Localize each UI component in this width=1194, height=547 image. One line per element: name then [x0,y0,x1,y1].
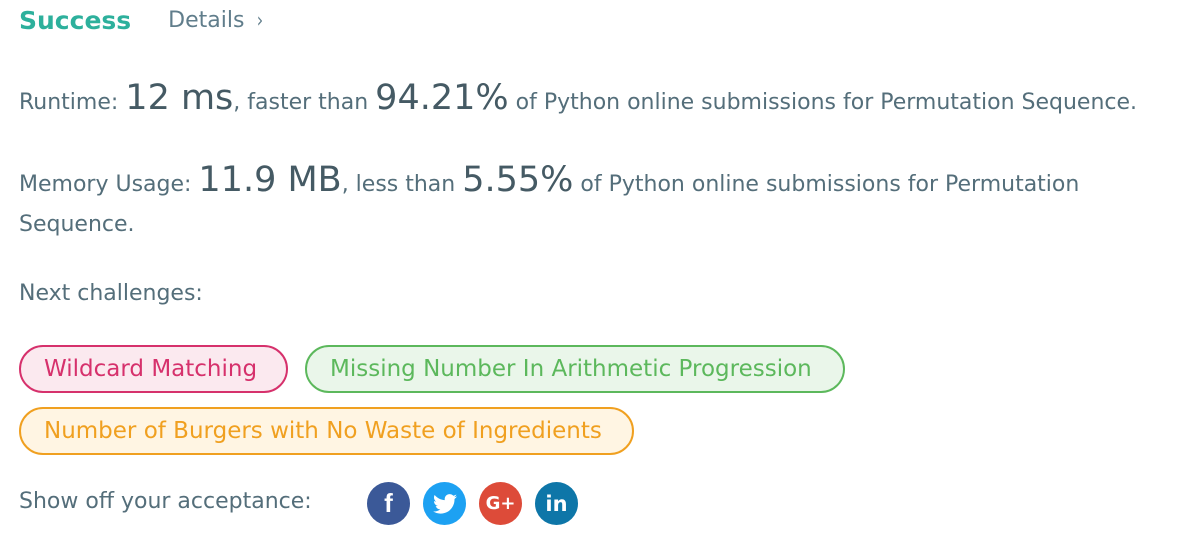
challenge-title: Number of Burgers with No Waste of Ingre… [44,418,602,444]
submission-header: Success Details › [19,0,264,40]
memory-label: Memory Usage: [19,172,199,197]
memory-percent: 5.55% [462,160,574,200]
linkedin-glyph: in [545,491,568,516]
chevron-right-icon: › [257,8,264,32]
challenge-title: Missing Number In Arithmetic Progression [330,356,812,382]
memory-mid: , less than [341,172,463,197]
memory-stat: Memory Usage: 11.9 MB, less than 5.55% o… [19,160,1169,245]
next-challenges-label: Next challenges: [19,281,203,306]
challenge-tag-wildcard-matching[interactable]: Wildcard Matching [19,345,288,393]
google-plus-icon[interactable]: G+ [479,482,522,525]
details-label: Details [168,7,245,33]
runtime-percent: 94.21% [375,78,509,118]
twitter-icon[interactable] [423,482,466,525]
facebook-icon[interactable]: f [367,482,410,525]
challenge-tag-number-of-burgers[interactable]: Number of Burgers with No Waste of Ingre… [19,407,634,455]
google-plus-glyph: G+ [485,493,516,514]
runtime-suffix: of Python online submissions for Permuta… [508,90,1138,115]
challenge-title: Wildcard Matching [44,356,258,382]
runtime-mid: , faster than [233,90,376,115]
runtime-label: Runtime: [19,90,126,115]
twitter-bird-glyph [432,493,457,514]
runtime-value: 12 ms [125,78,234,118]
linkedin-icon[interactable]: in [535,482,578,525]
share-label: Show off your acceptance: [19,489,312,514]
status-label: Success [19,5,132,35]
challenge-tag-missing-number[interactable]: Missing Number In Arithmetic Progression [305,345,845,393]
runtime-stat: Runtime: 12 ms, faster than 94.21% of Py… [19,78,1169,123]
facebook-glyph: f [384,488,393,518]
memory-value: 11.9 MB [198,160,342,200]
details-link[interactable]: Details › [168,8,264,33]
